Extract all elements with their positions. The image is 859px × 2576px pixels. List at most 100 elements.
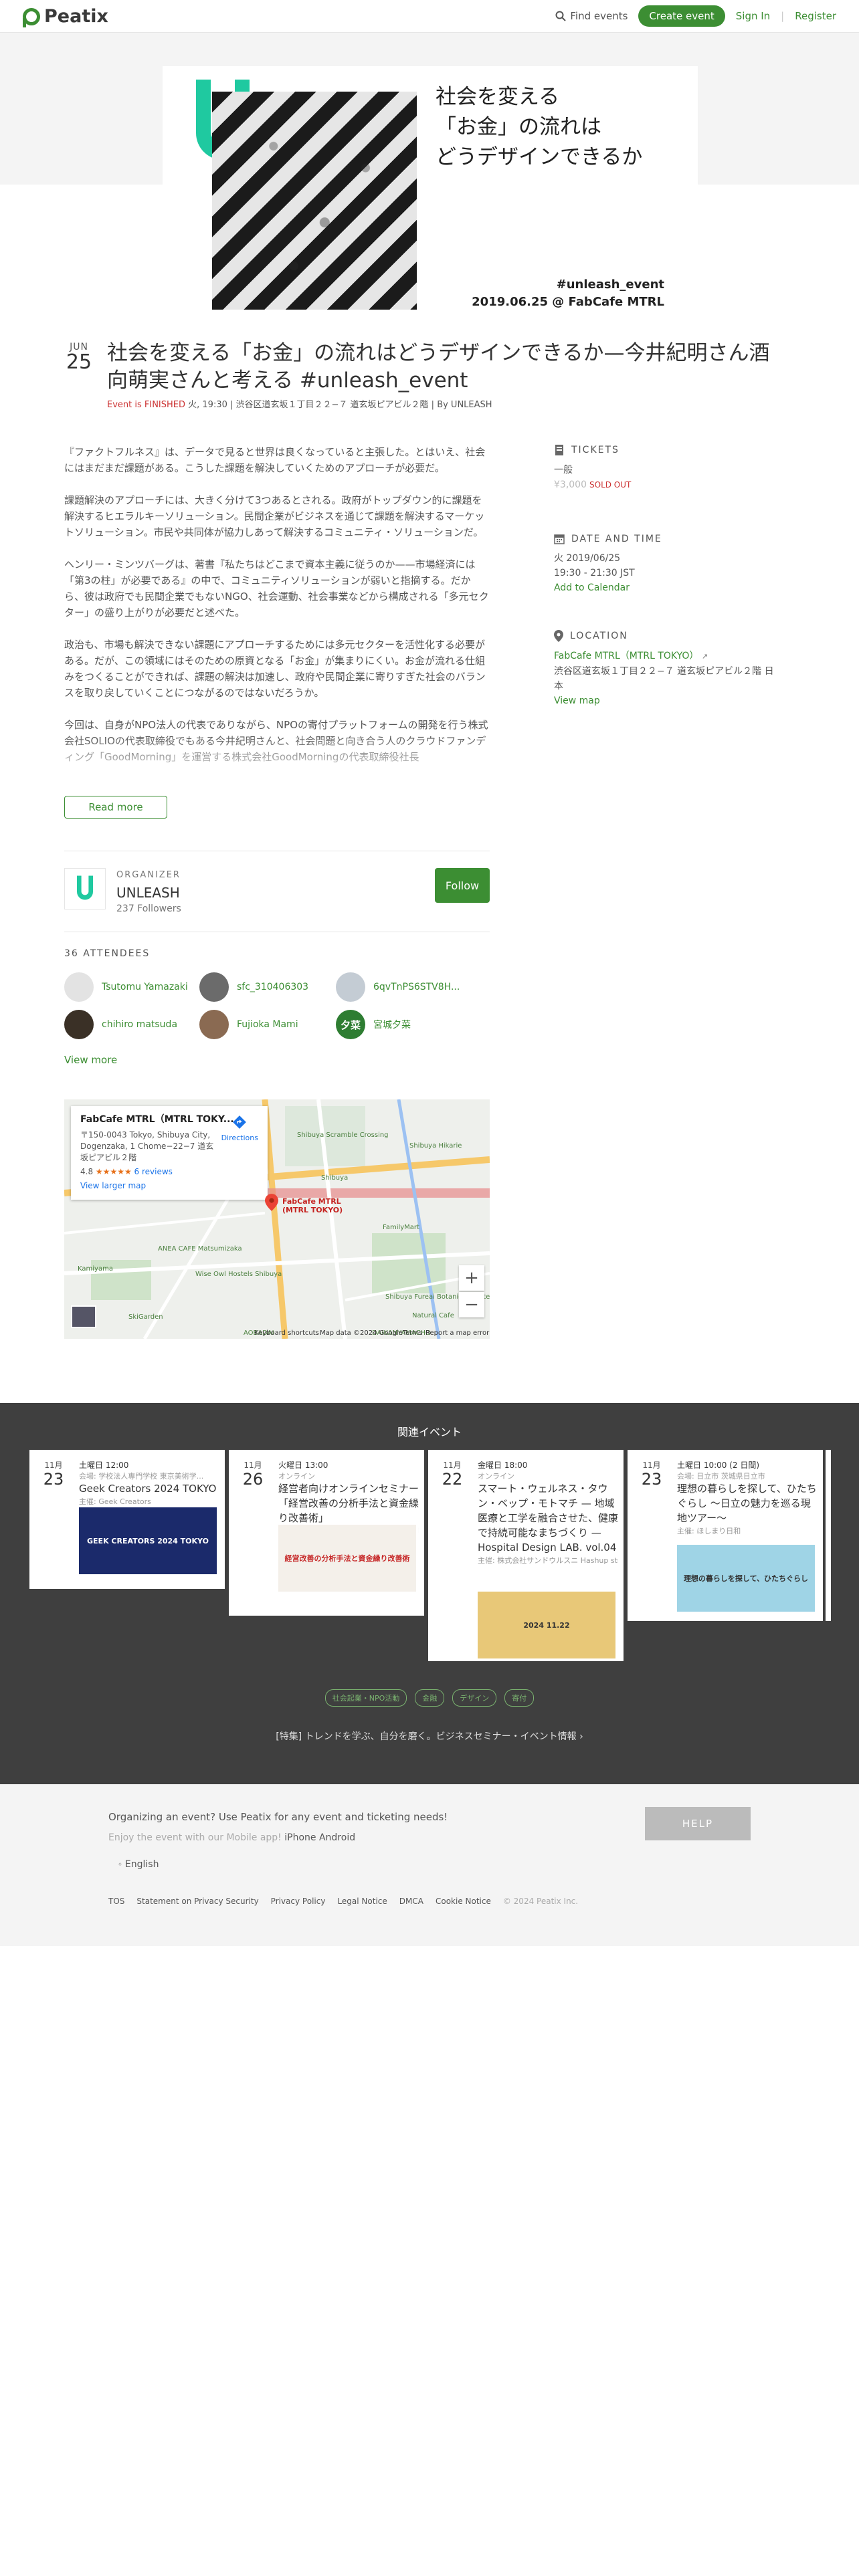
- attendee-name: sfc_310406303: [237, 982, 309, 992]
- organizer-logo[interactable]: [64, 868, 106, 909]
- language-label: English: [124, 1859, 159, 1870]
- related-event-place: オンライン: [278, 1472, 315, 1481]
- directions-button[interactable]: Directions: [221, 1115, 258, 1144]
- language-selector[interactable]: ◦ English: [118, 1859, 159, 1870]
- footer-link[interactable]: Privacy Policy: [271, 1897, 326, 1906]
- footer-link[interactable]: Cookie Notice: [436, 1897, 491, 1906]
- related-event-title: スマート・ウェルネス・タウン・ベップ・モトマチ — 地域医療と工学を融合させた、…: [478, 1483, 619, 1553]
- hashtag-text: #unleash_event: [556, 278, 664, 292]
- calendar-icon: [554, 534, 565, 544]
- map-zoom-in-button[interactable]: +: [459, 1265, 484, 1291]
- related-event-date: 11月 22: [438, 1459, 467, 1488]
- map-rating: 4.8: [80, 1167, 94, 1176]
- related-event-when: 火曜日 13:00: [278, 1461, 328, 1470]
- event-day: 25: [66, 350, 92, 374]
- footer-link[interactable]: TOS: [108, 1897, 124, 1906]
- directions-icon: [233, 1115, 247, 1129]
- attendee-item[interactable]: chihiro matsuda: [64, 1010, 177, 1039]
- map-label: FamilyMart: [383, 1224, 419, 1231]
- event-cover-image: 社会を変える 「お金」の流れは どうデザインできるか #unleash_even…: [163, 66, 698, 316]
- related-event-place: オンライン: [478, 1472, 514, 1481]
- attendee-avatar: [199, 1010, 229, 1039]
- peatix-logo[interactable]: Peatix: [23, 6, 108, 27]
- map-pin-label: FabCafe MTRL (MTRL TOKYO): [282, 1197, 343, 1214]
- ticket-icon: [555, 445, 563, 455]
- keyboard-shortcuts-link[interactable]: Keyboard shortcuts: [254, 1329, 319, 1337]
- footer-link[interactable]: DMCA: [399, 1897, 423, 1906]
- tickets-section: TICKETS 一般 ¥3,000 SOLD OUT: [554, 444, 781, 492]
- help-button[interactable]: HELP: [645, 1807, 751, 1840]
- related-event-host: 主催: Geek Creators: [79, 1497, 151, 1506]
- related-event-month: 11月: [44, 1461, 63, 1470]
- related-event-card[interactable]: 11月 23 土曜日 10:00 (2 日間) 会場: 日立市 茨城県日立市 理想の暮ら…: [628, 1450, 823, 1621]
- register-link[interactable]: Register: [795, 10, 836, 22]
- attendee-item[interactable]: Fujioka Mami: [199, 1010, 298, 1039]
- map-pin-icon: [265, 1194, 278, 1211]
- read-more-button[interactable]: Read more: [64, 796, 167, 819]
- site-footer: Organizing an event? Use Peatix for any …: [0, 1784, 859, 1946]
- map-zoom-out-button[interactable]: −: [459, 1292, 484, 1317]
- view-more-attendees-link[interactable]: View more: [64, 1054, 117, 1066]
- related-event-title: Geek Creators 2024 TOKYO: [79, 1483, 217, 1495]
- attendee-item[interactable]: 夕菜 宮城夕菜: [336, 1010, 411, 1039]
- related-event-host: 主催: 株式会社サンドウルスニ Hashup studio: [478, 1556, 618, 1565]
- follow-button[interactable]: Follow: [435, 868, 490, 903]
- related-event-place: 会場: 日立市 茨城県日立市: [677, 1472, 765, 1481]
- event-tag[interactable]: 社会起業・NPO活動: [324, 1689, 407, 1707]
- attendee-avatar: [336, 972, 365, 1002]
- view-map-link[interactable]: View map: [554, 693, 781, 708]
- find-events-link[interactable]: Find events: [555, 10, 628, 22]
- map-layers-thumbnail[interactable]: [71, 1305, 96, 1328]
- attendee-name: Tsutomu Yamazaki: [102, 982, 188, 992]
- attendee-item[interactable]: 6qvTnPS6STV8H...: [336, 972, 460, 1002]
- attendee-item[interactable]: sfc_310406303: [199, 972, 308, 1002]
- related-event-when: 金曜日 18:00: [478, 1461, 528, 1470]
- description-paragraph: 課題解決のアプローチには、大きく分けて3つあるとされる。政府がトップダウン的に課…: [64, 494, 485, 538]
- carousel-next-edge[interactable]: [826, 1450, 831, 1621]
- map-place-address: 〒150-0043 Tokyo, Shibuya City, Dogenzaka…: [80, 1130, 214, 1162]
- footer-link[interactable]: Statement on Privacy Security: [136, 1897, 258, 1906]
- event-meta: Event is FINISHED 火, 19:30 | 渋谷区道玄坂１丁目２２…: [107, 397, 492, 410]
- event-tag[interactable]: 金融: [415, 1689, 445, 1707]
- related-event-image: 経営改善の分析手法と資金繰り改善術: [278, 1525, 416, 1592]
- map-label: Shibuya Hikarie: [409, 1142, 462, 1150]
- add-to-calendar-link[interactable]: Add to Calendar: [554, 580, 781, 595]
- event-date: 火 2019/06/25: [554, 553, 621, 564]
- copyright: © 2024 Peatix Inc.: [502, 1897, 579, 1906]
- google-map[interactable]: FabCafe MTRL（MTRL TOKY... 〒150-0043 Toky…: [64, 1099, 490, 1339]
- related-event-card[interactable]: 11月 26 火曜日 13:00 オンライン 経営者向けオンラインセミナー「経営改善の分…: [229, 1450, 424, 1616]
- view-larger-map-link[interactable]: View larger map: [80, 1180, 258, 1192]
- report-map-error-link[interactable]: Report a map error: [425, 1329, 489, 1337]
- related-event-image-text: 経営改善の分析手法と資金繰り改善術: [284, 1554, 410, 1563]
- terms-link[interactable]: Terms: [403, 1329, 422, 1337]
- header-separator: |: [781, 10, 785, 22]
- related-event-month: 11月: [642, 1461, 661, 1470]
- sold-out-badge: SOLD OUT: [589, 480, 632, 490]
- description-paragraph: 政治も、市場も解決できない課題にアプローチするためには多元セクターを活性化する必…: [64, 639, 486, 699]
- peatix-logo-icon: [23, 7, 40, 27]
- description-paragraph: 『ファクトフルネス』は、データで見ると世界は良くなっていると主張した。とはいえ、…: [64, 446, 486, 474]
- android-app-link[interactable]: Android: [319, 1832, 355, 1843]
- attendee-item[interactable]: Tsutomu Yamazaki: [64, 972, 188, 1002]
- attendee-name: Fujioka Mami: [237, 1019, 298, 1030]
- map-pin[interactable]: [265, 1193, 278, 1214]
- hero-title-line: どうデザインできるか: [436, 145, 643, 169]
- hero-title-line: 社会を変える: [436, 85, 560, 109]
- map-reviews-link[interactable]: 6 reviews: [134, 1167, 173, 1176]
- footer-link[interactable]: Legal Notice: [337, 1897, 387, 1906]
- iphone-app-link[interactable]: iPhone: [284, 1832, 316, 1843]
- sign-in-link[interactable]: Sign In: [736, 10, 770, 22]
- related-event-title: 経営者向けオンラインセミナー「経営改善の分析手法と資金繰り改善術」: [278, 1483, 419, 1524]
- related-event-card[interactable]: 11月 23 土曜日 12:00 会場: 学校法人専門学校 東京美術学... Geek …: [29, 1450, 225, 1589]
- event-tag[interactable]: デザイン: [452, 1689, 497, 1707]
- related-event-month: 11月: [443, 1461, 462, 1470]
- related-event-image: GEEK CREATORS 2024 TOKYO: [79, 1507, 217, 1574]
- special-feature-link[interactable]: [特集] トレンドを学ぶ、自分を磨く。ビジネスセミナー・イベント情報 ›: [0, 1729, 859, 1743]
- related-event-card[interactable]: 11月 22 金曜日 18:00 オンラインスマート・ウェルネス・タウン・ベップ・モト…: [428, 1450, 624, 1661]
- organizer-name[interactable]: UNLEASH: [116, 885, 180, 901]
- event-tag[interactable]: 寄付: [504, 1689, 535, 1707]
- attendee-avatar: 夕菜: [336, 1010, 365, 1039]
- create-event-button[interactable]: Create event: [638, 5, 725, 27]
- venue-link[interactable]: FabCafe MTRL（MTRL TOKYO）: [554, 651, 698, 661]
- event-meta-text: 火, 19:30 | 渋谷区道玄坂１丁目２２−７ 道玄坂ピアビル２階 | By …: [185, 400, 492, 410]
